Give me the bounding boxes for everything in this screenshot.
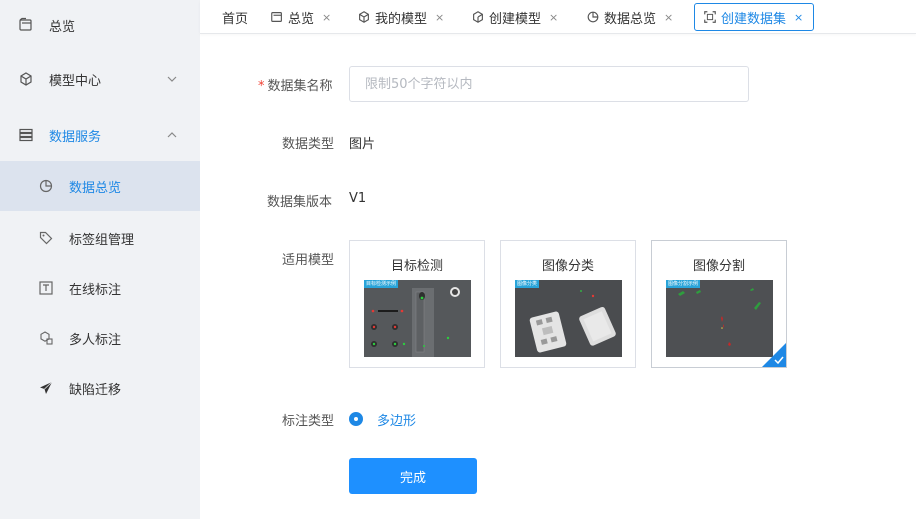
sidebar-item-label: 数据服务: [49, 129, 102, 145]
sidebar-item-tag-groups[interactable]: 标签组管理: [0, 213, 200, 263]
cube-icon: [18, 71, 34, 87]
cube-outline-icon: [471, 10, 485, 24]
image-segmentation-sample-image: 图像分割示例: [666, 280, 773, 357]
model-card-image-classification[interactable]: 图像分类 图像分类: [500, 240, 636, 368]
pie-chart-icon: [38, 178, 54, 194]
sample-image-tag: 图像分类: [515, 280, 540, 288]
image-classification-sample-image: 图像分类: [515, 280, 622, 357]
selected-check-icon: [762, 343, 786, 367]
close-icon[interactable]: ×: [322, 11, 331, 24]
tab-create-dataset[interactable]: 创建数据集 ×: [694, 3, 815, 31]
text-box-icon: [38, 280, 54, 296]
dataset-version-value: V1: [349, 191, 367, 206]
sidebar-item-label: 标签组管理: [69, 232, 135, 248]
sidebar-item-multi-annotation[interactable]: 多人标注: [0, 313, 200, 363]
polygon-radio-label[interactable]: 多边形: [377, 410, 416, 429]
polygon-radio[interactable]: [349, 412, 363, 426]
sidebar-item-label: 数据总览: [69, 180, 122, 196]
sample-image-tag: 图像分割示例: [666, 280, 701, 288]
tab-overview[interactable]: 总览 ×: [270, 3, 331, 31]
annotation-type-label: 标注类型: [282, 414, 335, 429]
cube-icon: [357, 10, 371, 24]
close-icon[interactable]: ×: [435, 11, 444, 24]
tab-label: 创建模型: [489, 11, 542, 27]
tab-label: 首页: [222, 11, 249, 27]
tab-my-models[interactable]: 我的模型 ×: [357, 3, 444, 31]
tab-label: 创建数据集: [721, 11, 787, 27]
tab-label: 数据总览: [604, 11, 657, 27]
sidebar-item-label: 模型中心: [49, 73, 102, 89]
sidebar-item-model-center[interactable]: 模型中心: [0, 54, 200, 104]
close-icon[interactable]: ×: [664, 11, 673, 24]
overview-icon: [270, 10, 284, 24]
sidebar-item-overview[interactable]: 总览: [0, 0, 200, 50]
dataset-name-label: * 数据集名称: [258, 75, 333, 94]
model-card-title: 目标检测: [390, 259, 443, 274]
model-card-title: 图像分割: [692, 259, 745, 274]
data-type-value: 图片: [349, 137, 376, 152]
dataset-name-label-text: 数据集名称: [267, 79, 333, 94]
sidebar-item-data-service[interactable]: 数据服务: [0, 110, 200, 160]
model-card-image-segmentation[interactable]: 图像分割 图像分割示例: [651, 240, 787, 368]
required-mark: *: [258, 79, 265, 94]
pie-chart-icon: [586, 10, 600, 24]
sidebar-item-data-overview[interactable]: 数据总览: [0, 161, 200, 211]
sidebar-item-label: 在线标注: [69, 282, 122, 298]
tab-bar: 首页 总览 × 我的模型 × 创建模型 × 数据总览 × 创建数据集 ×: [200, 0, 916, 34]
tab-label: 我的模型: [375, 11, 428, 27]
model-card-title: 图像分类: [541, 259, 594, 274]
tab-data-overview[interactable]: 数据总览 ×: [586, 3, 673, 31]
dataset-version-label: 数据集版本: [267, 195, 333, 210]
sidebar-item-label: 多人标注: [69, 332, 122, 348]
model-card-object-detection[interactable]: 目标检测 目标检测示例: [349, 240, 485, 368]
chevron-down-icon: [166, 73, 178, 85]
tab-create-model[interactable]: 创建模型 ×: [471, 3, 558, 31]
applicable-model-label: 适用模型: [282, 253, 335, 268]
tab-home[interactable]: 首页: [222, 3, 248, 31]
scan-icon: [703, 10, 717, 24]
sidebar: 总览 模型中心 数据服务 数据总览 标签组管理 在线标注 多人标注 缺陷迁移: [0, 0, 200, 519]
tab-label: 总览: [288, 11, 315, 27]
chevron-up-icon: [166, 129, 178, 141]
paper-plane-icon: [38, 380, 54, 396]
sidebar-item-label: 缺陷迁移: [69, 382, 122, 398]
sidebar-item-defect-migration[interactable]: 缺陷迁移: [0, 363, 200, 413]
finish-button[interactable]: 完成: [349, 458, 477, 494]
multi-box-icon: [38, 330, 54, 346]
sample-image-tag: 目标检测示例: [364, 280, 399, 288]
close-icon[interactable]: ×: [549, 11, 558, 24]
tag-icon: [38, 230, 54, 246]
overview-icon: [18, 17, 34, 33]
database-icon: [18, 127, 34, 143]
data-type-label: 数据类型: [282, 137, 335, 152]
sidebar-item-online-annotation[interactable]: 在线标注: [0, 263, 200, 313]
close-icon[interactable]: ×: [794, 11, 803, 24]
sidebar-item-label: 总览: [49, 19, 76, 35]
dataset-name-input[interactable]: [349, 66, 749, 102]
object-detection-sample-image: 目标检测示例: [364, 280, 471, 357]
